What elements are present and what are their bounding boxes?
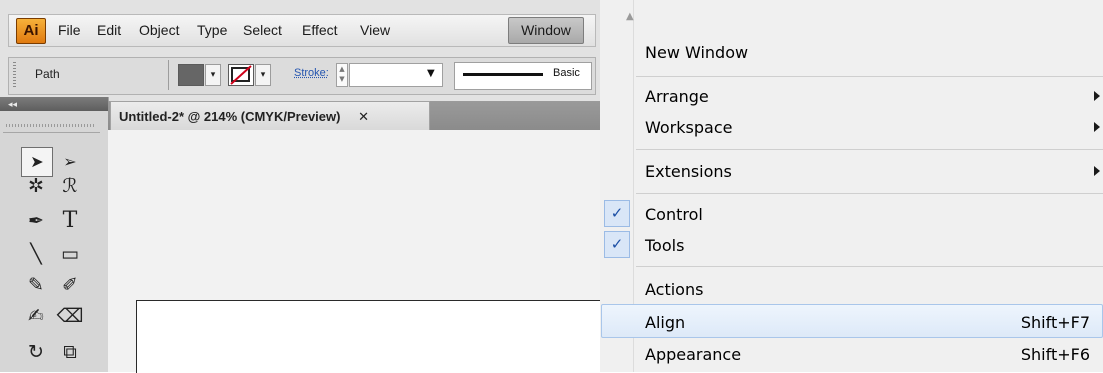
stroke-weight-dropdown-arrow[interactable]: ▼: [427, 68, 435, 79]
collapse-panel-icon[interactable]: ◂◂: [8, 100, 17, 110]
menu-edit[interactable]: Edit: [97, 22, 121, 38]
menu-object[interactable]: Object: [139, 22, 179, 38]
submenu-arrow-icon: [1094, 166, 1100, 176]
tools-panel-grip[interactable]: [6, 124, 94, 127]
fill-dropdown-arrow[interactable]: ▾: [205, 64, 221, 86]
stroke-label[interactable]: Stroke:: [294, 67, 329, 79]
paintbrush-tool-icon[interactable]: ✎: [21, 271, 51, 299]
checkmark-icon: ✓: [604, 231, 630, 258]
menu-item-actions[interactable]: Actions: [645, 280, 703, 299]
scale-tool-icon[interactable]: ⧉: [55, 338, 85, 366]
control-panel-grip[interactable]: [13, 62, 16, 88]
menu-effect[interactable]: Effect: [302, 22, 338, 38]
line-segment-tool-icon[interactable]: ╲: [21, 240, 51, 268]
basic-brush-stroke-preview: [463, 73, 543, 76]
close-tab-icon[interactable]: ✕: [358, 109, 369, 124]
menu-separator: [636, 149, 1103, 150]
stroke-none-swatch[interactable]: [228, 64, 254, 86]
menu-item-align[interactable]: Align: [645, 313, 685, 332]
shortcut-align: Shift+F7: [1020, 313, 1090, 332]
no-stroke-icon: [230, 65, 252, 85]
pencil-tool-icon[interactable]: ✐: [55, 271, 85, 299]
lasso-tool-icon[interactable]: ℛ: [55, 172, 85, 200]
document-tab-title: Untitled-2* @ 214% (CMYK/Preview): [119, 109, 341, 124]
stroke-weight-spinner[interactable]: ▲ ▼: [336, 63, 348, 87]
menu-window[interactable]: Window: [508, 17, 584, 44]
menu-item-workspace[interactable]: Workspace: [645, 118, 732, 137]
magic-wand-tool-icon[interactable]: ✲: [21, 172, 51, 200]
menu-type[interactable]: Type: [197, 22, 227, 38]
menu-view[interactable]: View: [360, 22, 390, 38]
blob-brush-tool-icon[interactable]: ✍: [21, 302, 51, 330]
type-tool-icon[interactable]: T: [55, 207, 85, 235]
menu-item-tools[interactable]: Tools: [645, 236, 684, 255]
artboard[interactable]: [136, 300, 601, 373]
rectangle-tool-icon[interactable]: ▭: [55, 240, 85, 268]
eraser-tool-icon[interactable]: ⌫: [55, 302, 85, 330]
menu-separator: [636, 76, 1103, 77]
divider: [3, 132, 100, 133]
divider: [168, 60, 169, 90]
selection-type-label: Path: [35, 67, 60, 81]
menu-item-arrange[interactable]: Arrange: [645, 87, 709, 106]
checkmark-icon: ✓: [604, 200, 630, 227]
shortcut-appearance: Shift+F6: [1020, 345, 1090, 364]
menu-item-control[interactable]: Control: [645, 205, 703, 224]
menu-item-appearance[interactable]: Appearance: [645, 345, 741, 364]
menu-item-extensions[interactable]: Extensions: [645, 162, 732, 181]
menu-item-new-window[interactable]: New Window: [645, 43, 748, 62]
pen-tool-icon[interactable]: ✒: [21, 207, 51, 235]
menu-separator: [636, 193, 1103, 194]
document-tab[interactable]: Untitled-2* @ 214% (CMYK/Preview) ✕: [110, 101, 430, 131]
submenu-arrow-icon: [1094, 91, 1100, 101]
ai-logo-icon: Ai: [16, 18, 46, 44]
menu-select[interactable]: Select: [243, 22, 282, 38]
fill-color-swatch[interactable]: [178, 64, 204, 86]
submenu-arrow-icon: [1094, 122, 1100, 132]
menu-separator: [636, 266, 1103, 267]
menu-file[interactable]: File: [58, 22, 81, 38]
brush-label: Basic: [553, 67, 580, 79]
stroke-dropdown-arrow[interactable]: ▾: [255, 64, 271, 86]
rotate-tool-icon[interactable]: ↻: [21, 338, 51, 366]
scroll-up-arrow-icon[interactable]: ▲: [626, 11, 634, 22]
